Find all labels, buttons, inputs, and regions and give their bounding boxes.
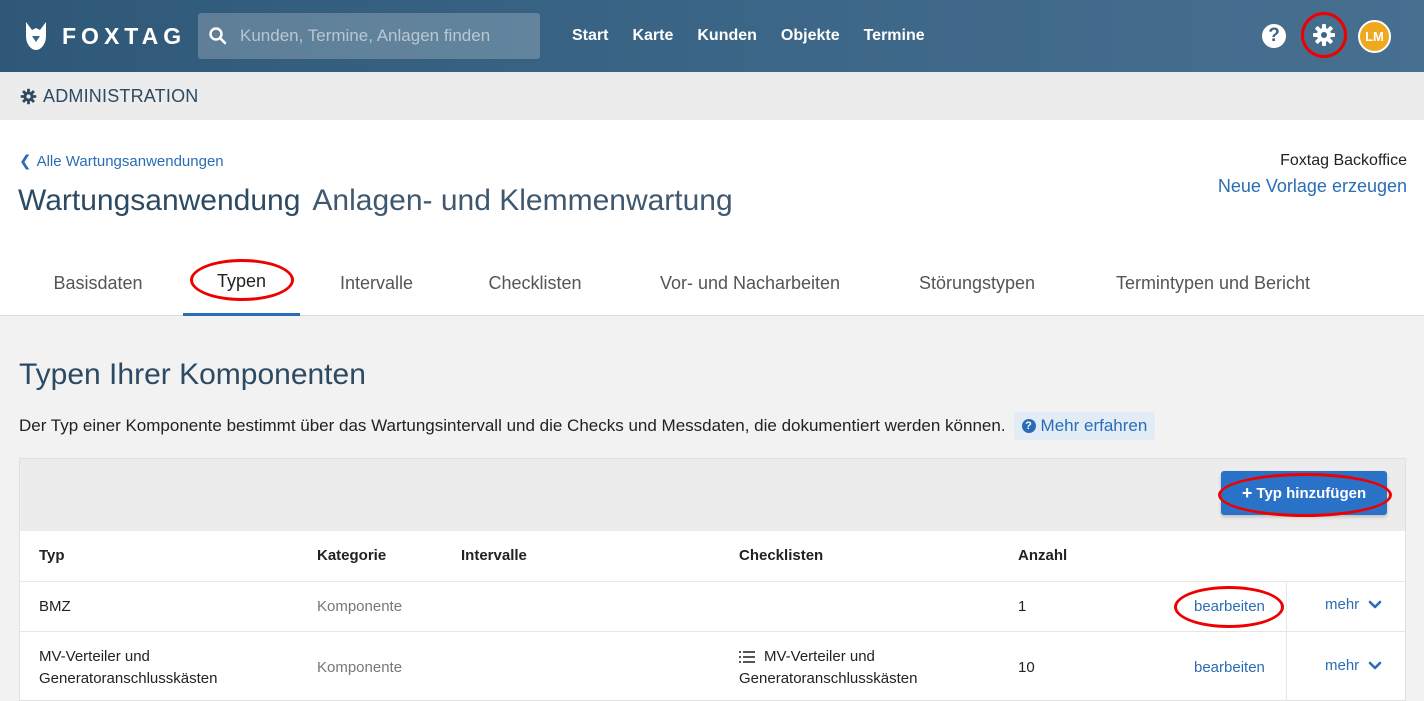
table-toolbar: + Typ hinzufügen	[20, 459, 1405, 531]
cell-anzahl: 10	[1018, 659, 1035, 676]
top-navbar: FOXTAG Start Karte Kunden Objekte Termin…	[0, 0, 1424, 72]
nav-kunden[interactable]: Kunden	[697, 27, 757, 45]
page-title: Wartungsanwendung Anlagen- und Klemmenwar…	[18, 184, 733, 218]
cell-kategorie: Komponente	[317, 598, 403, 615]
back-link[interactable]: ❮ Alle Wartungsanwendungen	[19, 152, 224, 171]
gear-icon	[1313, 24, 1335, 46]
tab-stoerungstypen[interactable]: Störungstypen	[898, 250, 1056, 316]
nav-termine[interactable]: Termine	[864, 27, 925, 45]
owner-name: Foxtag Backoffice	[1280, 152, 1407, 169]
more-label: mehr	[1325, 596, 1360, 613]
list-icon	[739, 651, 755, 663]
column-header-anzahl: Anzahl	[1018, 547, 1068, 564]
question-circle-icon: ?	[1021, 419, 1036, 433]
back-link-label: Alle Wartungsanwendungen	[36, 152, 224, 170]
more-info-label: Mehr erfahren	[1040, 416, 1148, 435]
cell-checklisten-line2: Generatoranschlusskästen	[739, 670, 918, 687]
column-header-typ: Typ	[39, 547, 65, 564]
add-type-label: Typ hinzufügen	[1256, 484, 1367, 502]
edit-link[interactable]: bearbeiten	[1194, 657, 1265, 679]
admin-bar: ADMINISTRATION	[0, 72, 1424, 120]
section-description: Der Typ einer Komponente bestimmt über d…	[19, 412, 1156, 440]
plus-icon: +	[1241, 482, 1253, 503]
nav-karte[interactable]: Karte	[632, 27, 673, 45]
add-type-button[interactable]: + Typ hinzufügen	[1221, 471, 1387, 515]
more-label: mehr	[1325, 657, 1360, 674]
cell-checklisten-line1: MV-Verteiler und	[764, 648, 875, 665]
more-dropdown[interactable]: mehr	[1325, 657, 1382, 674]
cell-checklisten: MV-Verteiler und Generatoranschlusskäste…	[739, 646, 917, 690]
search-box[interactable]	[198, 13, 540, 59]
help-icon[interactable]: ?	[1262, 24, 1286, 48]
search-input[interactable]	[240, 26, 530, 46]
logo-text: FOXTAG	[62, 22, 187, 49]
main-nav: Start Karte Kunden Objekte Termine	[572, 0, 949, 72]
more-dropdown[interactable]: mehr	[1325, 596, 1382, 613]
tab-bar: Basisdaten Typen Intervalle Checklisten …	[0, 250, 1424, 316]
tab-termintypen[interactable]: Termintypen und Bericht	[1094, 250, 1332, 316]
cell-typ-line2: Generatoranschlusskästen	[39, 670, 218, 687]
tab-typen[interactable]: Typen	[183, 250, 300, 316]
page-title-main: Wartungsanwendung	[18, 184, 301, 217]
more-info-link[interactable]: ? Mehr erfahren	[1013, 412, 1156, 440]
column-header-checklisten: Checklisten	[739, 547, 824, 564]
fox-logo-icon	[26, 22, 46, 50]
section-description-text: Der Typ einer Komponente bestimmt über d…	[19, 416, 1006, 435]
table-row: BMZ Komponente 1 bearbeiten mehr	[20, 581, 1405, 632]
logo[interactable]: FOXTAG	[22, 19, 186, 53]
table-row: MV-Verteiler und Generatoranschlusskäste…	[20, 631, 1405, 701]
cell-typ: BMZ	[39, 598, 71, 615]
cell-kategorie: Komponente	[317, 659, 403, 676]
cell-typ-line1: MV-Verteiler und	[39, 648, 150, 665]
cell-typ: MV-Verteiler und Generatoranschlusskäste…	[39, 646, 217, 690]
nav-start[interactable]: Start	[572, 27, 608, 45]
avatar[interactable]: LM	[1358, 20, 1391, 53]
settings-button[interactable]	[1301, 12, 1347, 58]
tab-intervalle[interactable]: Intervalle	[320, 250, 433, 316]
section-title: Typen Ihrer Komponenten	[19, 358, 366, 391]
cell-anzahl: 1	[1018, 598, 1027, 615]
header-right: Foxtag Backoffice Neue Vorlage erzeugen	[1218, 152, 1407, 197]
tab-basisdaten[interactable]: Basisdaten	[30, 250, 166, 316]
nav-objekte[interactable]: Objekte	[781, 27, 840, 45]
chevron-left-icon: ❮	[19, 153, 32, 170]
column-header-kategorie: Kategorie	[317, 547, 387, 564]
search-icon	[209, 27, 227, 45]
admin-label: ADMINISTRATION	[43, 85, 199, 106]
edit-link[interactable]: bearbeiten	[1194, 596, 1265, 618]
divider	[1286, 632, 1287, 701]
column-header-intervalle: Intervalle	[461, 547, 527, 564]
gear-icon	[20, 88, 37, 104]
page-title-sub: Anlagen- und Klemmenwartung	[312, 184, 733, 217]
tab-checklisten[interactable]: Checklisten	[465, 250, 605, 316]
tab-vor-nacharbeiten[interactable]: Vor- und Nacharbeiten	[640, 250, 860, 316]
new-template-link[interactable]: Neue Vorlage erzeugen	[1218, 176, 1407, 197]
types-table-panel: + Typ hinzufügen Typ Kategorie Intervall…	[19, 458, 1406, 701]
divider	[1286, 582, 1287, 632]
page-header: ❮ Alle Wartungsanwendungen Wartungsanwen…	[0, 120, 1424, 316]
chevron-down-icon	[1368, 600, 1382, 608]
chevron-down-icon	[1368, 661, 1382, 669]
